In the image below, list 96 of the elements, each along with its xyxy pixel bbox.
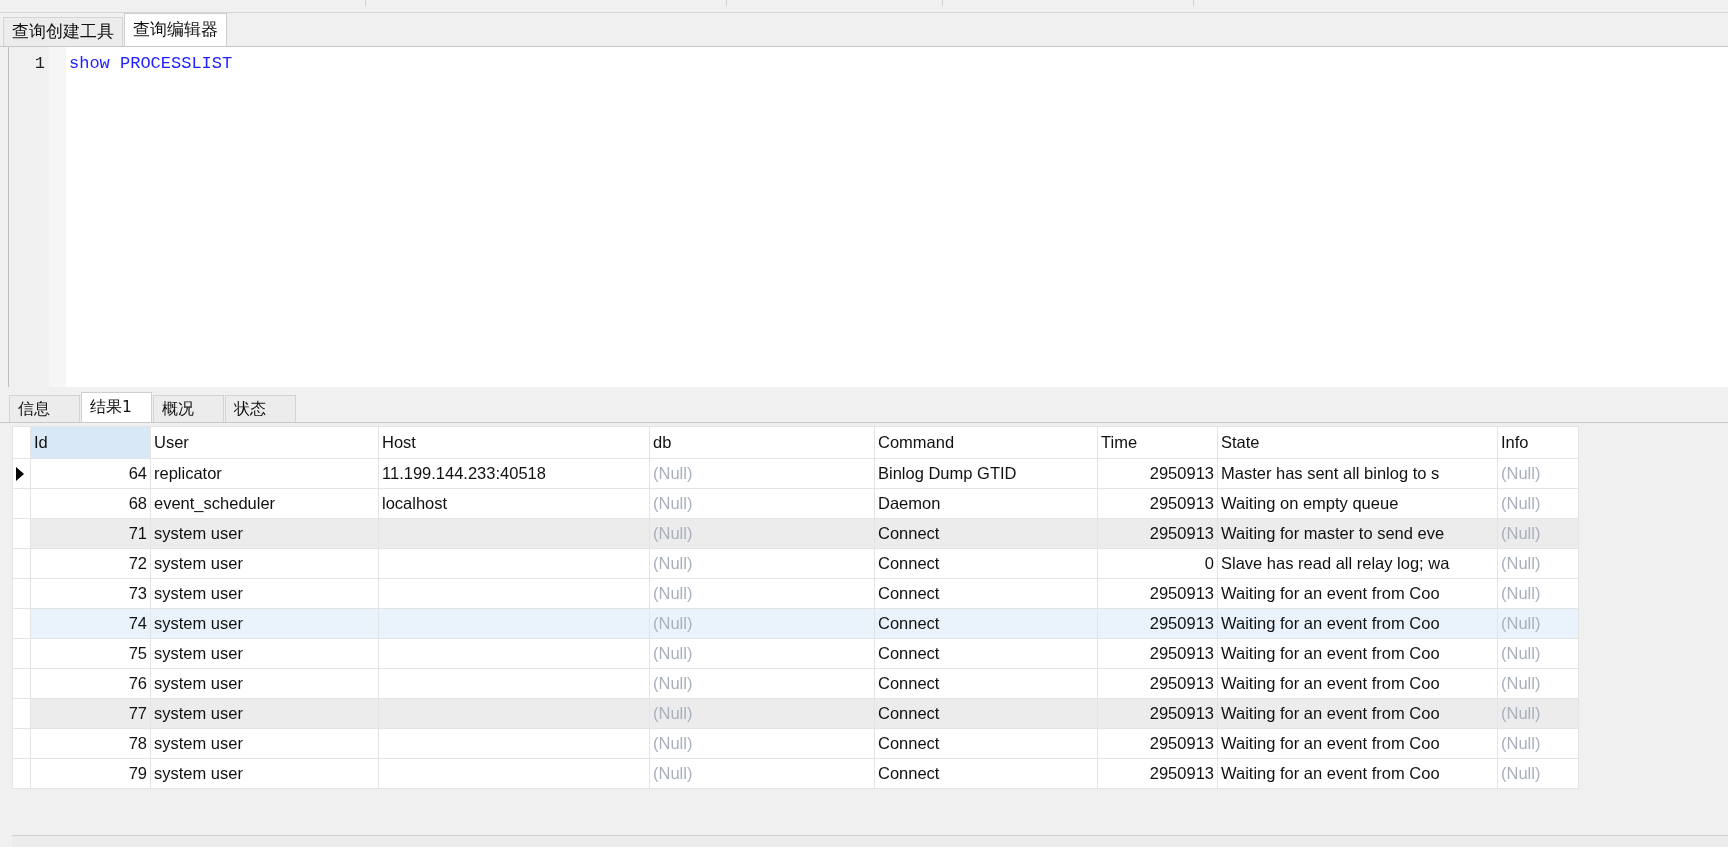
table-cell: system user xyxy=(150,578,379,609)
table-cell: Connect xyxy=(874,548,1098,579)
table-cell: 79 xyxy=(30,758,151,789)
table-cell: 2950913 xyxy=(1097,668,1218,699)
table-cell: 76 xyxy=(30,668,151,699)
table-cell: 75 xyxy=(30,638,151,669)
column-header[interactable]: Host xyxy=(378,426,650,459)
table-cell: Connect xyxy=(874,758,1098,789)
table-cell: 2950913 xyxy=(1097,758,1218,789)
table-cell: (Null) xyxy=(649,608,875,639)
table-cell: (Null) xyxy=(649,488,875,519)
table-cell: 2950913 xyxy=(1097,698,1218,729)
column-header[interactable]: State xyxy=(1217,426,1498,459)
table-cell: (Null) xyxy=(1497,518,1579,549)
line-number: 1 xyxy=(34,54,46,73)
table-cell: 11.199.144.233:40518 xyxy=(378,458,650,489)
table-cell: 68 xyxy=(30,488,151,519)
table-cell: Waiting for an event from Coo xyxy=(1217,698,1498,729)
table-cell: Waiting for an event from Coo xyxy=(1217,668,1498,699)
column-header[interactable]: User xyxy=(150,426,379,459)
tab[interactable]: 信息 xyxy=(9,395,80,422)
tab[interactable]: 查询编辑器 xyxy=(124,13,227,46)
table-cell: (Null) xyxy=(1497,728,1579,759)
table-cell: 2950913 xyxy=(1097,578,1218,609)
table-cell: 2950913 xyxy=(1097,458,1218,489)
row-header[interactable] xyxy=(12,458,31,489)
table-cell: system user xyxy=(150,698,379,729)
table-cell: 2950913 xyxy=(1097,608,1218,639)
table-cell: 2950913 xyxy=(1097,728,1218,759)
table-cell: 64 xyxy=(30,458,151,489)
table-cell: 74 xyxy=(30,608,151,639)
table-cell: localhost xyxy=(378,488,650,519)
column-header[interactable]: Command xyxy=(874,426,1098,459)
table-cell: Connect xyxy=(874,518,1098,549)
table-cell: (Null) xyxy=(1497,488,1579,519)
table-cell: (Null) xyxy=(649,638,875,669)
table-cell: Waiting for an event from Coo xyxy=(1217,638,1498,669)
table-cell: (Null) xyxy=(649,668,875,699)
table-cell: (Null) xyxy=(649,698,875,729)
table-cell: Waiting for an event from Coo xyxy=(1217,608,1498,639)
table-cell: Slave has read all relay log; wa xyxy=(1217,548,1498,579)
table-cell: 2950913 xyxy=(1097,518,1218,549)
table-cell: system user xyxy=(150,608,379,639)
table-cell: system user xyxy=(150,518,379,549)
table-cell: (Null) xyxy=(1497,458,1579,489)
table-cell: Waiting on empty queue xyxy=(1217,488,1498,519)
table-cell: system user xyxy=(150,728,379,759)
table-cell: (Null) xyxy=(649,458,875,489)
tab[interactable]: 结果1 xyxy=(81,392,152,422)
table-cell: (Null) xyxy=(649,518,875,549)
table-cell: (Null) xyxy=(649,578,875,609)
table-cell: Waiting for an event from Coo xyxy=(1217,728,1498,759)
table-cell: (Null) xyxy=(649,758,875,789)
table-cell: Connect xyxy=(874,608,1098,639)
column-header[interactable]: Id xyxy=(30,426,151,459)
table-cell: (Null) xyxy=(649,728,875,759)
table-cell: system user xyxy=(150,548,379,579)
table-cell: 0 xyxy=(1097,548,1218,579)
table-cell: Connect xyxy=(874,728,1098,759)
tab[interactable]: 状态 xyxy=(225,395,296,422)
table-cell: 71 xyxy=(30,518,151,549)
table-cell: Connect xyxy=(874,668,1098,699)
table-cell: (Null) xyxy=(649,548,875,579)
column-header[interactable]: Time xyxy=(1097,426,1218,459)
table-cell: (Null) xyxy=(1497,668,1579,699)
table-cell: 2950913 xyxy=(1097,488,1218,519)
table-cell: Waiting for an event from Coo xyxy=(1217,578,1498,609)
table-cell: 2950913 xyxy=(1097,638,1218,669)
table-cell: Waiting for an event from Coo xyxy=(1217,758,1498,789)
column-header[interactable]: Info xyxy=(1497,426,1579,459)
table-cell: Daemon xyxy=(874,488,1098,519)
table-cell: replicator xyxy=(150,458,379,489)
table-cell: (Null) xyxy=(1497,638,1579,669)
table-cell: system user xyxy=(150,758,379,789)
table-cell: 78 xyxy=(30,728,151,759)
table-cell: (Null) xyxy=(1497,758,1579,789)
table-cell: (Null) xyxy=(1497,698,1579,729)
table-cell: 73 xyxy=(30,578,151,609)
table-cell: (Null) xyxy=(1497,578,1579,609)
table-cell: Connect xyxy=(874,578,1098,609)
tab[interactable]: 查询创建工具 xyxy=(3,17,123,46)
table-cell: Connect xyxy=(874,638,1098,669)
table-cell: system user xyxy=(150,668,379,699)
tab[interactable]: 概况 xyxy=(153,395,224,422)
table-cell: 72 xyxy=(30,548,151,579)
table-cell: (Null) xyxy=(1497,548,1579,579)
table-cell: Master has sent all binlog to s xyxy=(1217,458,1498,489)
column-header[interactable]: db xyxy=(649,426,875,459)
table-cell: Waiting for master to send eve xyxy=(1217,518,1498,549)
table-cell: 77 xyxy=(30,698,151,729)
table-cell: (Null) xyxy=(1497,608,1579,639)
table-cell: Connect xyxy=(874,698,1098,729)
table-cell: Binlog Dump GTID xyxy=(874,458,1098,489)
table-cell: system user xyxy=(150,638,379,669)
table-cell: event_scheduler xyxy=(150,488,379,519)
sql-code: show PROCESSLIST xyxy=(69,54,233,73)
